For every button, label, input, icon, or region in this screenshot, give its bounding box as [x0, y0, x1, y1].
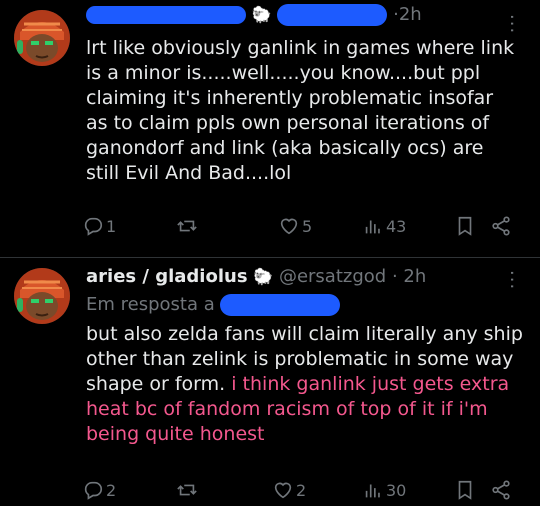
like-icon — [280, 218, 298, 235]
text-segment: shape or form. — [86, 373, 226, 395]
tweet-header: 🐑 ·2h — [86, 4, 510, 30]
timestamp[interactable]: 2h — [399, 4, 422, 25]
retweet-button[interactable] — [176, 212, 198, 240]
views-count: 30 — [386, 480, 407, 500]
reply-icon — [84, 481, 103, 500]
views-button[interactable]: 30 — [362, 476, 406, 504]
more-icon[interactable]: ··· — [501, 270, 522, 290]
share-icon — [492, 216, 510, 236]
text-line: other than zelink is problematic in some… — [86, 348, 514, 370]
redacted-name — [86, 6, 246, 24]
text-line: shape or form. i think ganlink just gets… — [86, 372, 526, 397]
pink-text-line: heat bc of fandom racism of top of it if… — [86, 398, 488, 420]
redacted-reply-handle[interactable] — [220, 294, 341, 316]
like-button[interactable]: 2 — [272, 476, 306, 504]
tweet-header: aries / gladiolus 🐑 @ersatzgod · 2h — [86, 266, 510, 292]
like-count: 5 — [302, 216, 313, 236]
reply-count: 1 — [106, 216, 117, 236]
text-line: claiming it's inherently problematic ins… — [86, 87, 494, 109]
bookmark-button[interactable] — [454, 212, 476, 240]
user-handle[interactable]: @ersatzgod — [279, 266, 386, 287]
reply-prefix: Em resposta a — [86, 294, 215, 315]
text-line: still Evil And Bad....lol — [86, 162, 292, 184]
retweet-icon — [177, 220, 197, 232]
sheep-emoji: 🐑 — [253, 267, 274, 286]
reply-button[interactable]: 2 — [82, 476, 116, 504]
more-icon[interactable]: ··· — [501, 14, 522, 34]
text-line: is a minor is.....well.....you know....b… — [86, 62, 481, 84]
text-line: lrt like obviously ganlink in games wher… — [86, 37, 515, 59]
retweet-button[interactable] — [176, 476, 198, 504]
redacted-handle — [277, 4, 388, 26]
reply-icon — [84, 217, 103, 236]
timestamp[interactable]: 2h — [403, 266, 426, 287]
reply-count: 2 — [106, 480, 117, 500]
text-line: ganondorf and link (aka basically ocs) a… — [86, 137, 484, 159]
like-icon — [274, 482, 292, 499]
tweet-text: but also zelda fans will claim literally… — [86, 322, 526, 447]
views-icon — [365, 484, 380, 498]
avatar[interactable] — [14, 268, 70, 324]
tweet-1[interactable]: 🐑 ·2h ··· lrt like obviously ganlink in … — [0, 0, 540, 258]
bookmark-icon — [458, 480, 472, 500]
text-line: but also zelda fans will claim literally… — [86, 323, 523, 345]
reply-button[interactable]: 1 — [82, 212, 116, 240]
pink-text-line: being quite honest — [86, 423, 265, 445]
action-bar: 2 2 30 — [82, 476, 522, 504]
share-icon — [492, 480, 510, 500]
sheep-emoji: 🐑 — [251, 5, 272, 24]
views-count: 43 — [386, 216, 407, 236]
pink-text: i think ganlink just gets extra — [225, 373, 510, 395]
views-button[interactable]: 43 — [362, 212, 406, 240]
bookmark-button[interactable] — [454, 476, 476, 504]
display-name[interactable]: aries / gladiolus — [86, 266, 248, 287]
like-button[interactable]: 5 — [278, 212, 312, 240]
tweet-2[interactable]: aries / gladiolus 🐑 @ersatzgod · 2h ··· … — [0, 258, 540, 506]
share-button[interactable] — [490, 212, 512, 240]
text-line: as to claim ppls own personal iterations… — [86, 112, 490, 134]
share-button[interactable] — [490, 476, 512, 504]
views-icon — [365, 220, 380, 234]
separator-dot: · — [391, 266, 398, 287]
like-count: 2 — [296, 480, 307, 500]
avatar[interactable] — [14, 10, 70, 66]
tweet-text: lrt like obviously ganlink in games wher… — [86, 36, 526, 186]
action-bar: 1 5 43 — [82, 212, 522, 240]
bookmark-icon — [458, 216, 472, 236]
reply-context: Em resposta a — [86, 294, 341, 316]
retweet-icon — [177, 484, 197, 496]
